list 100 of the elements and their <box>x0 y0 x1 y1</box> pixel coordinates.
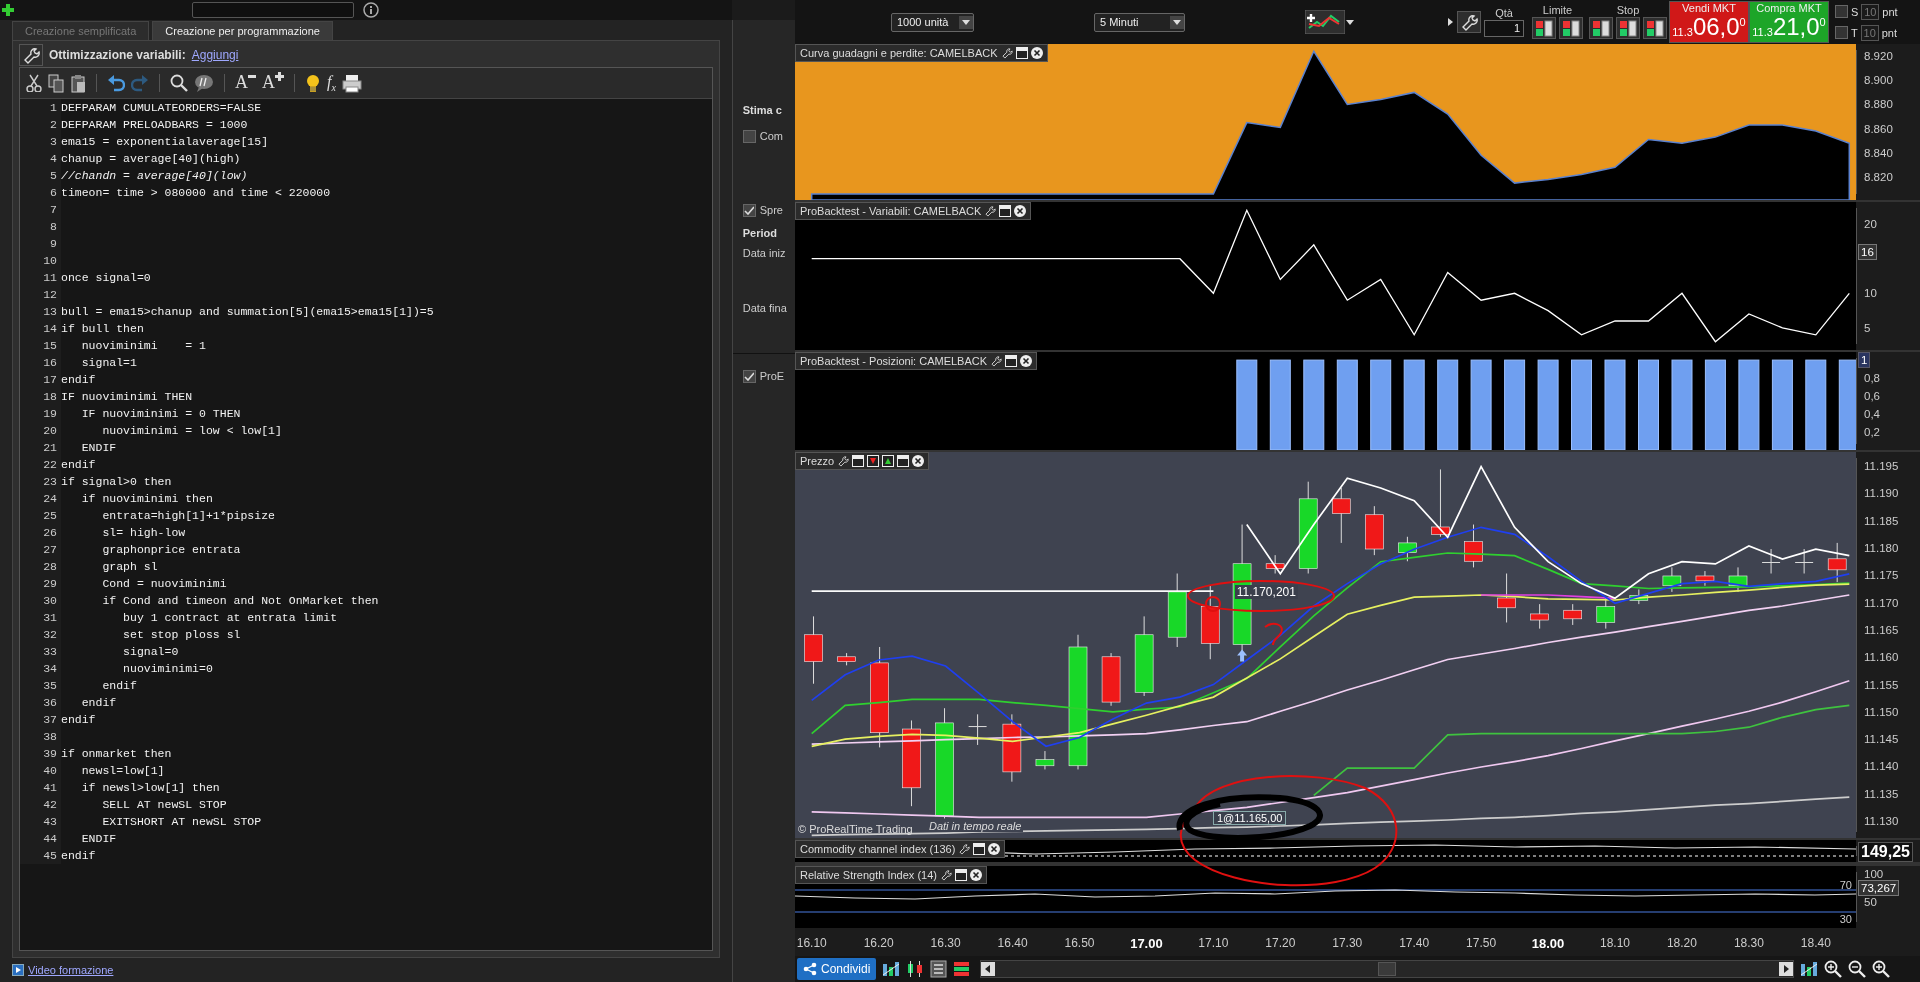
chart-bars-icon[interactable] <box>882 961 901 977</box>
points-field[interactable]: 10 <box>1861 3 1880 20</box>
scroll-thumb[interactable] <box>1378 962 1397 976</box>
line-number: 16 <box>20 354 61 371</box>
buy-icon[interactable] <box>882 455 895 467</box>
close-icon[interactable] <box>1020 355 1033 367</box>
training-video-link[interactable]: Video formazione <box>28 964 114 976</box>
close-icon[interactable] <box>969 869 982 881</box>
close-icon[interactable] <box>1014 205 1027 217</box>
window-icon[interactable] <box>954 869 967 881</box>
scrollbar[interactable] <box>980 960 1795 978</box>
code-line: ENDIF <box>80 440 117 456</box>
points-field[interactable]: 10 <box>1860 24 1879 41</box>
window-icon[interactable] <box>1015 47 1028 59</box>
add-link[interactable]: Aggiungi <box>191 48 239 62</box>
limit-order-button[interactable] <box>1532 17 1556 39</box>
close-icon[interactable] <box>912 455 925 467</box>
code-line: ema15 = exponentialaverage[15] <box>61 134 269 150</box>
zoom-in-icon[interactable] <box>1824 960 1843 978</box>
stop-order-button[interactable] <box>1643 17 1667 39</box>
axis-label: 0,4 <box>1864 408 1880 421</box>
stacked-bars-icon[interactable] <box>953 960 971 978</box>
stop-order-button[interactable] <box>1616 17 1640 39</box>
info-icon[interactable] <box>362 2 380 18</box>
undo-icon[interactable] <box>107 74 125 92</box>
printer-icon[interactable] <box>341 73 362 93</box>
timeframe-dropdown[interactable]: 5 Minuti <box>1094 12 1185 32</box>
code-line: endif <box>101 678 137 694</box>
window-icon[interactable] <box>897 455 910 467</box>
font-decrease-button[interactable]: A <box>235 72 256 94</box>
video-icon[interactable] <box>12 964 24 976</box>
line-number: 29 <box>20 575 61 592</box>
window-icon[interactable] <box>1005 355 1018 367</box>
line-number: 3 <box>20 133 61 150</box>
close-icon[interactable] <box>988 843 1001 855</box>
wrench-icon[interactable] <box>990 355 1003 367</box>
checkbox[interactable] <box>742 129 756 143</box>
order-icon <box>1561 18 1581 38</box>
indicator-icon[interactable] <box>1305 10 1345 34</box>
panel-title: Curva guadagni e perdite: CAMELBACK <box>800 47 998 59</box>
line-number: 37 <box>20 711 61 728</box>
function-button[interactable]: f$_{x}$ <box>327 72 336 94</box>
close-icon[interactable] <box>1030 47 1043 59</box>
input-field[interactable] <box>192 2 354 18</box>
time-label: 16.10 <box>796 936 827 950</box>
limit-order-button[interactable] <box>1559 17 1583 39</box>
wrench-icon[interactable] <box>1000 47 1013 59</box>
window-icon[interactable] <box>999 205 1012 217</box>
window-icon[interactable] <box>852 455 865 467</box>
font-increase-button[interactable]: A <box>262 72 284 94</box>
candle <box>1332 487 1351 544</box>
wrench-icon[interactable] <box>939 869 952 881</box>
paste-icon[interactable] <box>70 73 86 93</box>
axis-label: 0,2 <box>1864 426 1880 438</box>
comment-icon[interactable] <box>194 73 214 93</box>
wrench-button[interactable] <box>19 44 43 66</box>
panel-title: ProBacktest - Posizioni: CAMELBACK <box>800 355 988 367</box>
candle <box>1629 588 1649 605</box>
search-icon[interactable] <box>170 74 188 92</box>
candle <box>1530 603 1549 630</box>
quantity-dropdown[interactable]: 1000 unità <box>891 12 974 32</box>
time-label: 18.20 <box>1666 936 1697 950</box>
checkbox[interactable] <box>1835 26 1848 39</box>
line-number: 9 <box>20 235 61 252</box>
caret-icon[interactable] <box>1345 18 1355 26</box>
wrench-icon[interactable] <box>984 205 997 217</box>
code-line: if Cond and timeon and Not OnMarket then <box>101 593 379 609</box>
checkbox[interactable] <box>742 369 756 383</box>
code-line: signal=0 <box>122 644 179 660</box>
share-button[interactable]: Condividi <box>797 958 877 980</box>
line-number: 25 <box>20 507 61 524</box>
lightbulb-icon[interactable] <box>305 73 321 93</box>
code-line: Cond = nuoviminimi <box>101 576 227 592</box>
wrench-icon[interactable] <box>958 843 971 855</box>
chart-bars-icon[interactable] <box>1800 961 1819 977</box>
checkbox[interactable] <box>742 203 756 217</box>
axis-label: 20 <box>1864 218 1877 231</box>
code-line: signal=1 <box>80 355 137 371</box>
time-label: 17.50 <box>1466 936 1497 950</box>
stop-order-button[interactable] <box>1589 17 1613 39</box>
wrench-button[interactable] <box>1457 11 1481 33</box>
list-icon[interactable] <box>930 960 948 978</box>
cut-icon[interactable] <box>26 74 42 92</box>
tab[interactable]: Creazione per programmazione <box>152 21 333 40</box>
candle <box>1398 536 1417 562</box>
quantity-field[interactable]: 1 <box>1484 19 1524 37</box>
indicator-value: 149,25 <box>1858 842 1913 862</box>
play-icon[interactable] <box>1447 17 1454 27</box>
current-value-label: 1 <box>1858 352 1871 369</box>
line-number: 33 <box>20 643 61 660</box>
checkbox[interactable] <box>1835 5 1848 18</box>
zoom-in-icon[interactable] <box>1872 960 1891 978</box>
candlestick-icon[interactable] <box>906 960 925 978</box>
copy-icon[interactable] <box>48 73 64 93</box>
code-line: if nuoviminimi then <box>80 491 213 507</box>
wrench-icon[interactable] <box>837 455 850 467</box>
window-icon[interactable] <box>973 843 986 855</box>
sell-icon[interactable] <box>867 455 880 467</box>
plus-icon[interactable] <box>2 4 14 16</box>
zoom-out-icon[interactable] <box>1848 960 1867 978</box>
